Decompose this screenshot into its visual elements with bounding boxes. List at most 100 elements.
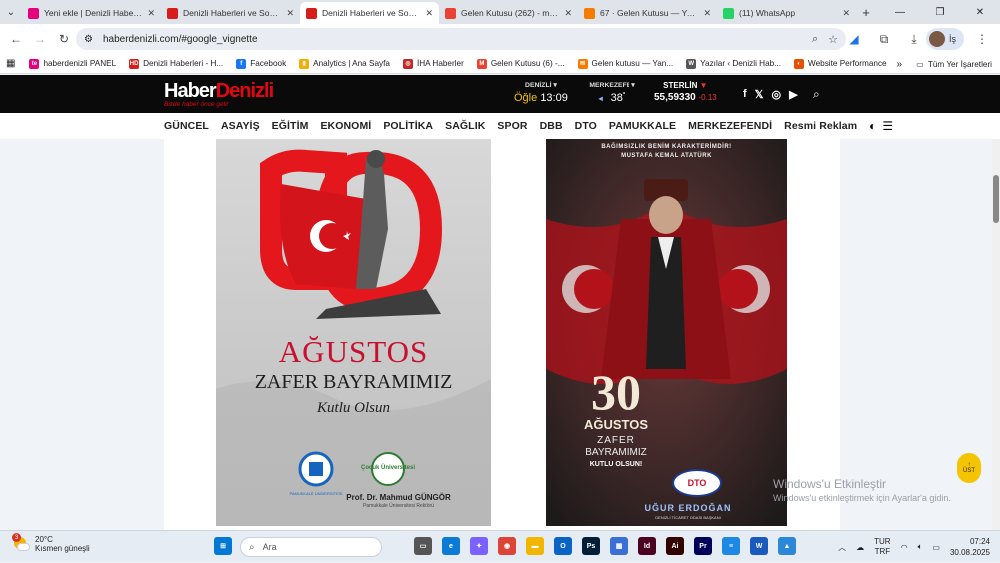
whatsapp-icon	[723, 7, 734, 19]
browser-tab[interactable]: Yeni ekle | Denizli Haberleri ✕	[22, 2, 161, 24]
youtube-icon[interactable]: ▶	[789, 88, 797, 101]
hamburger-menu-icon[interactable]: ☰	[882, 119, 893, 133]
poster-rektor-name: Prof. Dr. Mahmud GÜNGÖR	[346, 493, 451, 502]
category-link[interactable]: EĞİTİM	[272, 120, 309, 132]
close-tab-icon[interactable]: ✕	[564, 8, 572, 19]
extensions-puzzle-icon[interactable]: ⧉	[872, 27, 896, 51]
site-logo[interactable]: HaberDenizli Bizde haber önce gelir	[164, 81, 274, 108]
apps-grid-icon[interactable]: ▦	[6, 58, 15, 69]
bookmark-item[interactable]: W Yazılar ‹ Denizli Hab...	[686, 58, 781, 69]
edge-icon[interactable]: e	[442, 537, 460, 555]
category-link[interactable]: DTO	[575, 120, 597, 132]
x-twitter-icon[interactable]: 𝕏	[755, 88, 764, 101]
poster-dto[interactable]: BAĞIMSIZLIK BENİM KARAKTERİMDİR! MUSTAFA…	[546, 139, 787, 526]
photos-icon[interactable]: ▲	[778, 537, 796, 555]
category-link[interactable]: ASAYİŞ	[221, 120, 260, 132]
back-icon[interactable]: ←	[4, 27, 28, 51]
illustrator-icon[interactable]: Ai	[666, 537, 684, 555]
browser-tab[interactable]: Denizli Haberleri ve Son Da ✕	[300, 2, 439, 24]
page-scrollbar[interactable]	[992, 139, 1000, 530]
category-link[interactable]: EKONOMİ	[320, 120, 371, 132]
copilot-icon[interactable]: ✦	[470, 537, 488, 555]
address-bar[interactable]: ⚙ haberdenizli.com/#google_vignette ⌕ ☆	[76, 28, 846, 50]
close-tab-icon[interactable]: ✕	[425, 8, 433, 19]
more-bookmarks-icon[interactable]: »	[897, 59, 903, 70]
bookmark-item[interactable]: ✉ Gelen kutusu — Yan...	[577, 58, 673, 69]
chevron-up-icon[interactable]: ︿	[838, 542, 846, 553]
reload-icon[interactable]: ↻	[52, 27, 76, 51]
photoshop-icon[interactable]: Ps	[582, 537, 600, 555]
bookmark-item[interactable]: M Gelen Kutusu (6) -...	[476, 58, 565, 69]
category-link[interactable]: SAĞLIK	[445, 120, 485, 132]
bookmark-item[interactable]: HD Denizli Haberleri - H...	[129, 58, 223, 69]
poster-rektor[interactable]: 30 AĞUSTOS ZAFER BAYRAMIMIZ Kutlu Olsun …	[216, 139, 491, 526]
facebook-icon[interactable]: f	[743, 88, 747, 101]
analytics-icon: ▮	[299, 58, 310, 69]
premiere-icon[interactable]: Pr	[694, 537, 712, 555]
category-link[interactable]: DBB	[540, 120, 563, 132]
battery-icon[interactable]: ▭	[932, 543, 940, 552]
wifi-icon[interactable]: ◠	[901, 543, 908, 552]
poster-dto-line2: ZAFER	[597, 435, 635, 446]
indesign-icon[interactable]: Id	[638, 537, 656, 555]
theme-toggle-icon[interactable]: ◐	[869, 119, 876, 133]
site-search-icon[interactable]: ⌕	[813, 87, 820, 102]
site-info-icon[interactable]: ⚙	[84, 34, 93, 45]
new-tab-button[interactable]: +	[856, 5, 876, 20]
scroll-top-button[interactable]: ↑ ÜST	[957, 453, 981, 483]
taskbar-weather[interactable]: 3 20°C Kısmen güneşli	[12, 533, 90, 553]
download-icon[interactable]: ⤓	[902, 27, 926, 51]
close-tab-icon[interactable]: ✕	[286, 8, 294, 19]
category-link[interactable]: POLİTİKA	[383, 120, 433, 132]
instagram-icon[interactable]: ◎	[772, 88, 782, 101]
bookmark-item[interactable]: ◐ Website Performance	[794, 58, 887, 69]
task-view-icon[interactable]: ▭	[414, 537, 432, 555]
close-tab-icon[interactable]: ✕	[842, 8, 850, 19]
bookmark-item[interactable]: ▮ Analytics | Ana Sayfa	[299, 58, 390, 69]
notepad-icon[interactable]: ≡	[722, 537, 740, 555]
cloud-icon[interactable]: ☁	[856, 543, 864, 552]
taskbar-search[interactable]: ⌕ Ara	[240, 537, 382, 557]
language-indicator[interactable]: TUR TRF	[874, 537, 890, 557]
currency-widget[interactable]: STERLİN ▼ 55,59330 -0.13	[654, 81, 717, 103]
browser-tab[interactable]: 67 · Gelen Kutusu — Yande ✕	[578, 2, 717, 24]
forward-icon[interactable]: →	[28, 27, 52, 51]
restore-icon[interactable]: ❐	[920, 0, 960, 24]
clock[interactable]: 07:24 30.08.2025	[950, 536, 990, 558]
system-tray: ︿ ☁ TUR TRF ◠ 🔈︎ ▭ 07:24 30.08.2025	[838, 531, 1000, 563]
tab-search-chevron-icon[interactable]: ⌄	[0, 0, 22, 24]
category-link[interactable]: MERKEZEFENDİ	[688, 120, 772, 132]
minimize-icon[interactable]: —	[880, 0, 920, 24]
scrollbar-thumb[interactable]	[993, 175, 999, 223]
category-link[interactable]: GÜNCEL	[164, 120, 209, 132]
browser-tab[interactable]: Denizli Haberleri ve Son Da ✕	[161, 2, 300, 24]
category-link[interactable]: Resmi Reklam	[784, 120, 857, 132]
speaker-icon[interactable]: 🔈︎	[918, 542, 923, 552]
close-tab-icon[interactable]: ✕	[147, 8, 155, 19]
zoom-search-icon[interactable]: ⌕	[812, 33, 818, 46]
close-icon[interactable]: ✕	[960, 0, 1000, 24]
outlook-icon[interactable]: O	[554, 537, 572, 555]
file-explorer-icon[interactable]: ▬	[526, 537, 544, 555]
bookmark-item[interactable]: ◎ İHA Haberler	[402, 58, 464, 69]
extension-arrow-icon[interactable]: ◢	[842, 27, 866, 51]
store-icon[interactable]: ▦	[610, 537, 628, 555]
weather-widget[interactable]: MERKEZEFENDİ ▾ ◂ 38°	[582, 81, 642, 104]
clock-date: 30.08.2025	[949, 548, 990, 557]
chrome-icon[interactable]: ◉	[498, 537, 516, 555]
menu-kebab-icon[interactable]: ⋮	[970, 27, 994, 51]
all-bookmarks-link[interactable]: Tüm Yer İşaretleri	[928, 60, 992, 69]
prayer-time-widget[interactable]: DENİZLİ ▾ Öğle 13:09	[514, 81, 568, 104]
profile-button[interactable]: İş	[926, 28, 964, 50]
category-link[interactable]: PAMUKKALE	[609, 120, 676, 132]
category-link[interactable]: SPOR	[497, 120, 527, 132]
close-tab-icon[interactable]: ✕	[703, 8, 711, 19]
browser-tab[interactable]: (11) WhatsApp ✕	[717, 2, 856, 24]
bookmark-item[interactable]: f Facebook	[236, 58, 286, 69]
word-icon[interactable]: W	[750, 537, 768, 555]
browser-tab[interactable]: Gelen Kutusu (262) - mutlu ✕	[439, 2, 578, 24]
bookmark-item[interactable]: te haberdenizli PANEL	[29, 58, 116, 69]
prayer-time: 13:09	[540, 92, 568, 104]
windows-activation-watermark: Windows'u Etkinleştir Windows'u etkinleş…	[773, 477, 951, 503]
windows-start-icon[interactable]: ⊞	[214, 537, 232, 555]
